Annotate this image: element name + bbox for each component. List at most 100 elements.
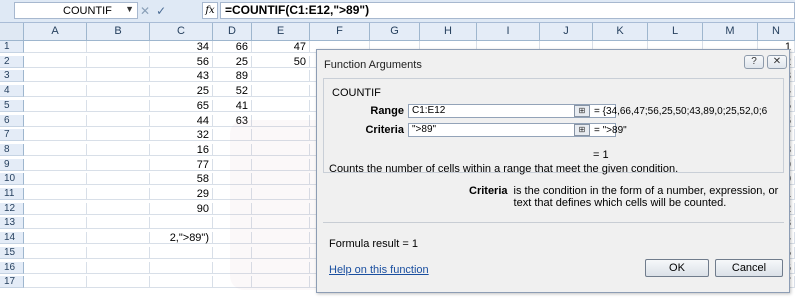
row-header[interactable]: 5 (0, 99, 24, 112)
cell-c12[interactable]: 90 (150, 202, 213, 215)
column-header-b[interactable]: B (87, 23, 150, 40)
cell-b6[interactable] (87, 114, 150, 127)
cell-b10[interactable] (87, 173, 150, 186)
cell-b13[interactable] (87, 217, 150, 230)
column-header-d[interactable]: D (213, 23, 252, 40)
cell-c5[interactable]: 65 (150, 99, 213, 112)
cell-e1[interactable]: 47 (252, 41, 310, 53)
cell-d1[interactable]: 66 (213, 41, 252, 53)
cell-a10[interactable] (24, 173, 87, 186)
cell-c8[interactable]: 16 (150, 143, 213, 156)
column-header-f[interactable]: F (310, 23, 370, 40)
cell-c14[interactable]: 2,">89") (150, 232, 213, 245)
column-header-m[interactable]: M (703, 23, 758, 40)
column-header-j[interactable]: J (540, 23, 593, 40)
row-header[interactable]: 3 (0, 70, 24, 83)
cell-c10[interactable]: 58 (150, 173, 213, 186)
cell-b11[interactable] (87, 188, 150, 200)
cell-b1[interactable] (87, 41, 150, 53)
cell-e3[interactable] (252, 70, 310, 83)
ok-button[interactable]: OK (645, 259, 709, 277)
cell-c16[interactable] (150, 261, 213, 274)
cell-b8[interactable] (87, 143, 150, 156)
cell-c1[interactable]: 34 (150, 41, 213, 53)
cell-c4[interactable]: 25 (150, 85, 213, 98)
row-header[interactable]: 2 (0, 55, 24, 68)
cell-d4[interactable]: 52 (213, 85, 252, 98)
cell-a3[interactable] (24, 70, 87, 83)
row-header[interactable]: 4 (0, 85, 24, 98)
cell-a15[interactable] (24, 246, 87, 259)
cell-c11[interactable]: 29 (150, 188, 213, 200)
column-header-e[interactable]: E (252, 23, 310, 40)
cell-c9[interactable]: 77 (150, 158, 213, 171)
row-header[interactable]: 7 (0, 129, 24, 142)
cell-b3[interactable] (87, 70, 150, 83)
cell-e2[interactable]: 50 (252, 55, 310, 68)
cell-a6[interactable] (24, 114, 87, 127)
column-header-g[interactable]: G (370, 23, 420, 40)
column-header-c[interactable]: C (150, 23, 213, 40)
row-header[interactable]: 6 (0, 114, 24, 127)
cell-b9[interactable] (87, 158, 150, 171)
cell-a5[interactable] (24, 99, 87, 112)
row-header[interactable]: 15 (0, 246, 24, 259)
cell-b16[interactable] (87, 261, 150, 274)
cell-c13[interactable] (150, 217, 213, 230)
chevron-down-icon[interactable]: ▼ (125, 4, 134, 14)
cell-b15[interactable] (87, 246, 150, 259)
row-header[interactable]: 11 (0, 188, 24, 200)
column-header-a[interactable]: A (24, 23, 87, 40)
select-all-corner[interactable] (0, 23, 24, 40)
column-header-i[interactable]: I (477, 23, 540, 40)
cell-c6[interactable]: 44 (150, 114, 213, 127)
row-header[interactable]: 10 (0, 173, 24, 186)
row-header[interactable]: 12 (0, 202, 24, 215)
cell-a16[interactable] (24, 261, 87, 274)
column-header-n[interactable]: N (758, 23, 795, 40)
cell-d2[interactable]: 25 (213, 55, 252, 68)
cell-e5[interactable] (252, 99, 310, 112)
cancel-formula-icon[interactable]: ✕ (140, 4, 150, 18)
cell-a1[interactable] (24, 41, 87, 53)
column-header-k[interactable]: K (593, 23, 648, 40)
row-header[interactable]: 8 (0, 143, 24, 156)
row-header[interactable]: 17 (0, 276, 24, 289)
cell-a11[interactable] (24, 188, 87, 200)
cell-e4[interactable] (252, 85, 310, 98)
row-header[interactable]: 13 (0, 217, 24, 230)
cell-b4[interactable] (87, 85, 150, 98)
range-collapse-icon[interactable]: ⊞ (574, 105, 590, 117)
cell-c2[interactable]: 56 (150, 55, 213, 68)
cell-a14[interactable] (24, 232, 87, 245)
cell-c15[interactable] (150, 246, 213, 259)
cell-c3[interactable]: 43 (150, 70, 213, 83)
cell-b17[interactable] (87, 276, 150, 289)
row-header[interactable]: 14 (0, 232, 24, 245)
close-button[interactable]: ✕ (767, 55, 787, 69)
column-header-h[interactable]: H (420, 23, 477, 40)
name-box[interactable]: COUNTIF ▼ (14, 2, 138, 19)
cell-a13[interactable] (24, 217, 87, 230)
cell-b2[interactable] (87, 55, 150, 68)
cell-a8[interactable] (24, 143, 87, 156)
formula-input[interactable]: =COUNTIF(C1:E12,">89") (220, 2, 795, 19)
cell-c7[interactable]: 32 (150, 129, 213, 142)
cell-a7[interactable] (24, 129, 87, 142)
cell-b5[interactable] (87, 99, 150, 112)
cell-a9[interactable] (24, 158, 87, 171)
enter-formula-icon[interactable]: ✓ (156, 4, 166, 18)
cancel-button[interactable]: Cancel (715, 259, 783, 277)
cell-a2[interactable] (24, 55, 87, 68)
cell-a12[interactable] (24, 202, 87, 215)
help-link[interactable]: Help on this function (329, 264, 429, 276)
cell-b14[interactable] (87, 232, 150, 245)
help-button[interactable]: ? (744, 55, 764, 69)
column-header-l[interactable]: L (648, 23, 703, 40)
cell-b7[interactable] (87, 129, 150, 142)
row-header[interactable]: 9 (0, 158, 24, 171)
row-header[interactable]: 1 (0, 41, 24, 53)
row-header[interactable]: 16 (0, 261, 24, 274)
cell-c17[interactable] (150, 276, 213, 289)
cell-a4[interactable] (24, 85, 87, 98)
